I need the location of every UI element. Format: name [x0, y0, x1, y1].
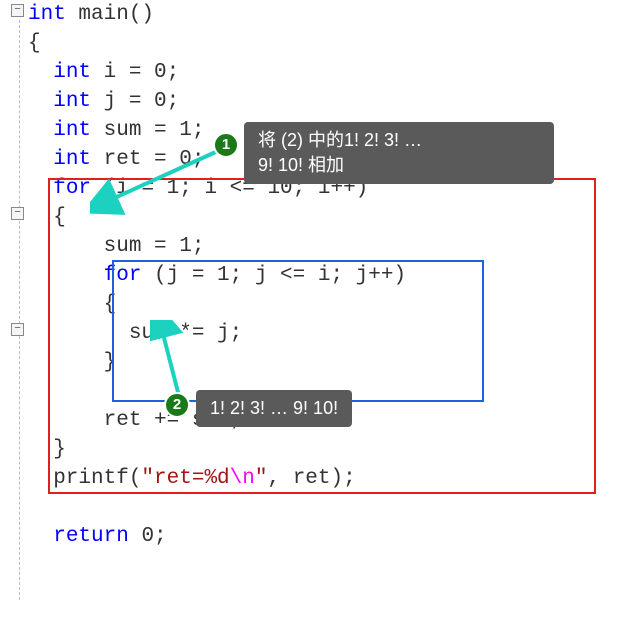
- brace-open: {: [28, 32, 41, 55]
- kw-int: int: [53, 148, 91, 171]
- kw-int: int: [53, 90, 91, 113]
- stmt-sum-reset: sum = 1;: [28, 235, 204, 258]
- code-block: int main() { int i = 0; int j = 0; int s…: [28, 0, 640, 551]
- fold-toggle-main[interactable]: −: [11, 4, 24, 17]
- kw-int: int: [53, 61, 91, 84]
- escape-char: \n: [230, 467, 255, 490]
- string-quote: ": [141, 467, 154, 490]
- kw-for: for: [104, 264, 142, 287]
- indent: [28, 148, 53, 171]
- func-main: main(): [66, 3, 154, 26]
- badge-2: 2: [164, 392, 190, 418]
- decl-i: i = 0;: [91, 61, 179, 84]
- brace-close: }: [28, 351, 116, 374]
- indent: [28, 264, 104, 287]
- kw-int: int: [28, 3, 66, 26]
- brace-open: {: [28, 206, 66, 229]
- indent: [28, 119, 53, 142]
- badge-1: 1: [213, 132, 239, 158]
- kw-int: int: [53, 119, 91, 142]
- callout-1: 将 (2) 中的1! 2! 3! … 9! 10! 相加: [244, 122, 554, 184]
- fold-gutter: − − −: [0, 0, 24, 632]
- decl-j: j = 0;: [91, 90, 179, 113]
- indent: [28, 177, 53, 200]
- indent: [28, 90, 53, 113]
- for-inner-cond: (j = 1; j <= i; j++): [141, 264, 406, 287]
- fold-toggle-for-inner[interactable]: −: [11, 323, 24, 336]
- indent: [28, 61, 53, 84]
- string-quote: ": [255, 467, 268, 490]
- stmt-printf: printf(: [28, 467, 141, 490]
- brace-open: {: [28, 293, 116, 316]
- printf-args: , ret);: [267, 467, 355, 490]
- decl-ret: ret = 0;: [91, 148, 204, 171]
- decl-sum: sum = 1;: [91, 119, 204, 142]
- fold-guide-line: [19, 20, 20, 600]
- stmt-sum-mul: sum *= j;: [28, 322, 242, 345]
- return-val: 0;: [129, 525, 167, 548]
- callout-2: 1! 2! 3! … 9! 10!: [196, 390, 352, 427]
- brace-close: }: [28, 438, 66, 461]
- string-body: ret=%d: [154, 467, 230, 490]
- kw-return: return: [53, 525, 129, 548]
- indent: [28, 525, 53, 548]
- kw-for: for: [53, 177, 91, 200]
- fold-toggle-for-outer[interactable]: −: [11, 207, 24, 220]
